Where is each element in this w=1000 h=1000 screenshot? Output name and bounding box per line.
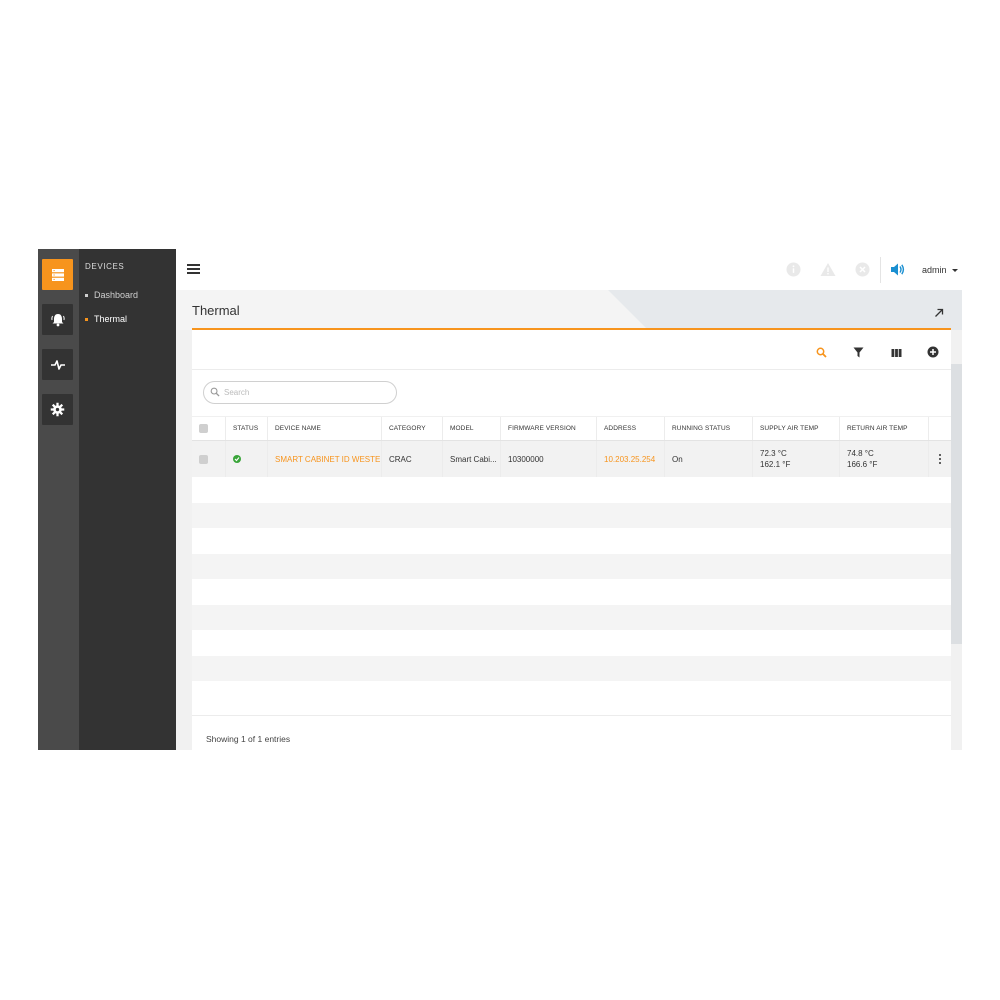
nav-item-label: Thermal [94,314,128,324]
devices-table: STATUS DEVICE NAME CATEGORY MODEL FIRMWA… [192,416,951,707]
page-header: Thermal [176,290,962,330]
more-vertical-icon [939,453,941,465]
table-footer: Showing 1 of 1 entries [192,715,951,750]
devices-panel: STATUS DEVICE NAME CATEGORY MODEL FIRMWA… [192,328,951,750]
empty-row [192,553,951,579]
empty-row [192,528,951,554]
status-cell [226,441,268,477]
search-field-icon [210,384,220,402]
column-header-category[interactable]: CATEGORY [382,417,443,440]
nav-section-title: DEVICES [85,262,125,271]
select-all-checkbox[interactable] [199,424,208,433]
search-input[interactable] [224,388,384,397]
speaker-icon[interactable] [890,262,905,282]
header-select-cell [192,417,226,440]
header-divider [880,257,881,283]
table-header-row: STATUS DEVICE NAME CATEGORY MODEL FIRMWA… [192,416,951,441]
empty-row [192,477,951,503]
user-name: admin [922,265,947,275]
column-header-firmware-version[interactable]: FIRMWARE VERSION [501,417,597,440]
pulse-icon [50,359,66,371]
column-header-address[interactable]: ADDRESS [597,417,665,440]
bullet [85,317,88,321]
nav-item-dashboard[interactable]: Dashboard [85,290,138,300]
rail-settings-button[interactable] [42,394,73,425]
empty-row [192,579,951,605]
column-header-model[interactable]: MODEL [443,417,501,440]
header-actions-cell [929,417,951,440]
column-header-device-name[interactable]: DEVICE NAME [268,417,382,440]
expand-icon[interactable] [934,305,944,323]
gear-icon [50,402,65,417]
search-icon[interactable] [816,345,827,363]
column-header-return-air-temp[interactable]: RETURN AIR TEMP [840,417,929,440]
add-icon[interactable] [927,345,939,363]
warning-icon[interactable] [820,262,836,282]
nav-item-thermal[interactable]: Thermal [85,314,127,324]
firmware-cell: 10300000 [501,441,597,477]
background-shade [950,364,962,644]
nav-item-label: Dashboard [94,290,139,300]
table-row[interactable]: SMART CABINET ID WESTE... CRAC Smart Cab… [192,441,951,477]
info-icon[interactable] [786,262,801,282]
supply-temp-fahrenheit: 162.1 °F [760,460,791,469]
supply-air-temp-cell: 72.3 °C 162.1 °F [753,441,840,477]
user-menu[interactable]: admin [922,265,958,275]
address-link[interactable]: 10.203.25.254 [597,441,665,477]
hamburger-menu-button[interactable] [187,264,200,274]
column-header-supply-air-temp[interactable]: SUPPLY AIR TEMP [753,417,840,440]
menu-line [187,264,200,266]
empty-row [192,655,951,681]
empty-row [192,604,951,630]
return-temp-fahrenheit: 166.6 °F [847,460,878,469]
entries-count: Showing 1 of 1 entries [206,734,291,744]
empty-row [192,502,951,528]
caret-down-icon [951,268,958,272]
devices-icon [51,268,65,282]
menu-line [187,268,200,270]
bullet [85,293,88,297]
column-header-status[interactable]: STATUS [226,417,268,440]
search-field[interactable] [203,381,397,404]
row-actions-menu[interactable] [929,441,951,477]
alarm-bell-icon [50,312,66,328]
category-cell: CRAC [382,441,443,477]
running-status-cell: On [665,441,753,477]
device-name-link[interactable]: SMART CABINET ID WESTE... [268,441,382,477]
return-temp-celsius: 74.8 °C [847,449,874,458]
empty-row [192,681,951,707]
error-icon[interactable] [855,262,870,282]
model-cell: Smart Cabi... [443,441,501,477]
columns-icon[interactable] [891,345,902,363]
header-decoration [608,290,962,330]
rail-devices-button[interactable] [42,259,73,290]
column-header-running-status[interactable]: RUNNING STATUS [665,417,753,440]
rail-alarms-button[interactable] [42,304,73,335]
supply-temp-celsius: 72.3 °C [760,449,787,458]
rail-activity-button[interactable] [42,349,73,380]
table-toolbar [192,330,951,370]
row-select-cell [192,441,226,477]
page-title: Thermal [192,303,240,318]
top-header: admin [176,249,962,290]
status-ok-icon [233,455,241,463]
row-checkbox[interactable] [199,454,208,464]
filter-icon[interactable] [853,345,864,363]
sub-navigation: DEVICES Dashboard Thermal [79,249,176,750]
empty-row [192,630,951,656]
return-air-temp-cell: 74.8 °C 166.6 °F [840,441,929,477]
menu-line [187,272,200,274]
app-window: DEVICES Dashboard Thermal admin Thermal … [38,249,962,750]
icon-rail [38,249,79,750]
